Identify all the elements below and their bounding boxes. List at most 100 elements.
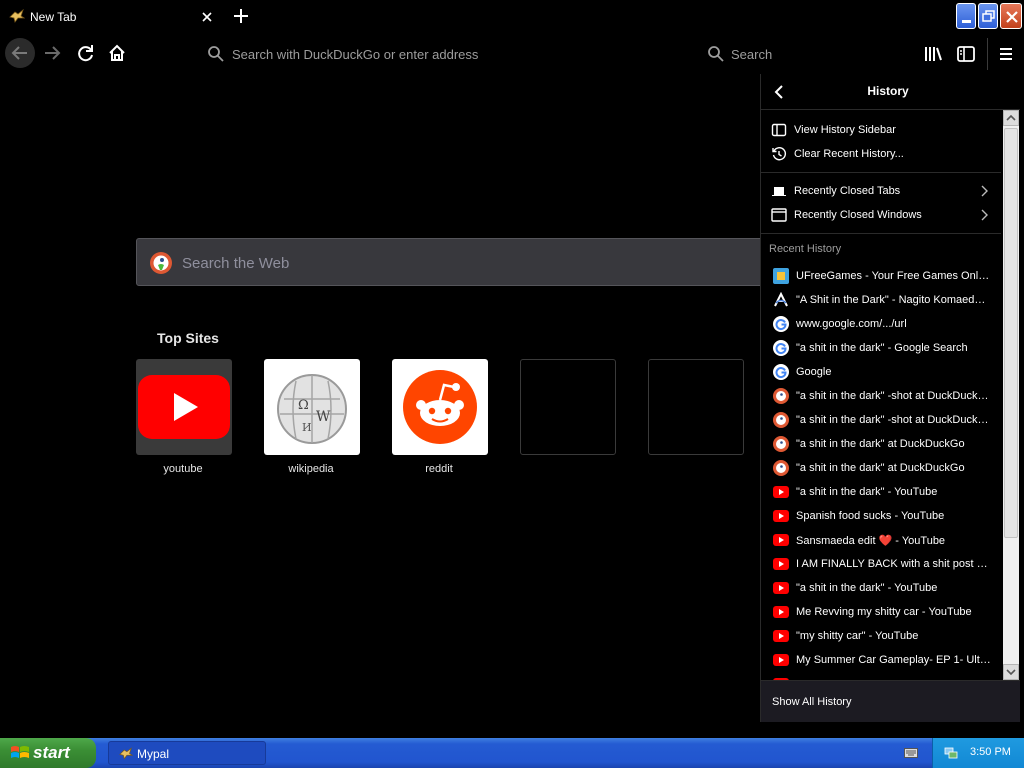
panel-separator	[761, 172, 1001, 173]
top-sites-heading: Top Sites	[157, 330, 219, 346]
top-site-label: youtube	[163, 463, 203, 475]
history-entry-label: "my shitty car" - YouTube	[796, 630, 919, 642]
history-entry[interactable]: "a shit in the dark" -shot at DuckDuckGo	[761, 408, 1001, 432]
top-site-reddit[interactable]	[392, 359, 488, 455]
window-close-button[interactable]	[1000, 3, 1022, 29]
minimize-icon	[962, 20, 971, 23]
tab-title: New Tab	[30, 10, 77, 24]
google-icon	[773, 364, 789, 380]
top-site-empty-slot[interactable]	[648, 359, 744, 455]
history-entry[interactable]: Sansmaeda edit ❤️ - YouTube	[761, 528, 1001, 552]
chevron-up-icon	[1006, 114, 1016, 121]
window-restore-button[interactable]	[978, 3, 998, 29]
history-entry-label: "a shit in the dark" - Google Search	[796, 342, 968, 354]
recently-closed-tabs-item[interactable]: Recently Closed Tabs	[761, 179, 1001, 203]
sidebar-toggle-icon[interactable]	[955, 43, 977, 65]
panel-separator	[761, 233, 1001, 234]
url-bar-placeholder: Search with DuckDuckGo or enter address	[232, 47, 479, 62]
youtube-icon	[773, 582, 789, 594]
history-entry[interactable]: www.google.com/.../url	[761, 312, 1001, 336]
home-button[interactable]	[102, 38, 132, 68]
history-entry-label: UFreeGames - Your Free Games Online Sour…	[796, 270, 991, 282]
tab-icon	[772, 187, 786, 196]
windows-logo-icon	[11, 746, 29, 758]
history-entry[interactable]: "my shitty car" - YouTube	[761, 624, 1001, 648]
scrollbar-thumb[interactable]	[1004, 128, 1018, 538]
start-label: start	[33, 743, 70, 762]
history-scrollbar[interactable]	[1003, 110, 1019, 680]
history-entry[interactable]: Me Revving my shitty car - YouTube	[761, 600, 1001, 624]
ao3-icon	[774, 292, 788, 307]
recently-closed-windows-label: Recently Closed Windows	[794, 209, 922, 221]
start-button[interactable]: start	[0, 738, 96, 768]
tab-strip: New Tab	[0, 0, 1024, 34]
youtube-icon	[138, 375, 230, 439]
taskbar-item-mypal[interactable]: Mypal	[108, 741, 266, 765]
show-all-history-label: Show All History	[772, 696, 852, 708]
tab-close-icon[interactable]	[199, 9, 215, 25]
chevron-right-icon	[981, 185, 988, 197]
scroll-up-button[interactable]	[1003, 110, 1019, 126]
youtube-icon	[773, 534, 789, 546]
history-entry-label: "a shit in the dark" -shot at DuckDuckGo	[796, 390, 991, 402]
show-all-history-button[interactable]: Show All History	[761, 680, 1020, 722]
view-history-sidebar-item[interactable]: View History Sidebar	[761, 118, 1001, 142]
history-entry-label: Sansmaeda edit ❤️ - YouTube	[796, 535, 946, 547]
window-icon	[771, 208, 787, 222]
top-site-wikipedia[interactable]: Ω W И	[264, 359, 360, 455]
history-entry[interactable]: "a shit in the dark" -shot at DuckDuckGo	[761, 384, 1001, 408]
history-entry[interactable]: My Summer Car Gameplay- EP 1- Ultimate	[761, 648, 1001, 672]
url-bar[interactable]: Search with DuckDuckGo or enter address	[200, 40, 695, 68]
history-clock-icon	[772, 147, 787, 161]
recently-closed-windows-item[interactable]: Recently Closed Windows	[761, 203, 1001, 227]
history-entry-label: "a shit in the dark" at DuckDuckGo	[796, 438, 965, 450]
history-entry[interactable]: "a shit in the dark" at DuckDuckGo	[761, 432, 1001, 456]
youtube-icon	[773, 630, 789, 642]
sidebar-icon	[771, 123, 787, 137]
taskbar-item-label: Mypal	[137, 747, 170, 761]
network-icon[interactable]	[944, 746, 958, 760]
history-panel-title: History	[867, 84, 909, 98]
history-panel-header: History	[761, 74, 1020, 110]
mypal-bird-icon	[119, 747, 133, 760]
clear-recent-history-item[interactable]: Clear Recent History...	[761, 142, 1001, 166]
top-site-youtube[interactable]	[136, 359, 232, 455]
history-entry[interactable]: "A Shit in the Dark" - Nagito Komaeda x …	[761, 288, 1001, 312]
svg-text:Ω: Ω	[298, 398, 309, 413]
history-entry-label: "a shit in the dark" -shot at DuckDuckGo	[796, 414, 991, 426]
arrow-right-icon	[45, 46, 61, 60]
top-site-label: wikipedia	[288, 463, 334, 475]
web-search-placeholder: Search the Web	[182, 255, 290, 272]
keyboard-icon[interactable]	[904, 747, 918, 759]
history-entry-label: Me Revving my shitty car - YouTube	[796, 606, 972, 618]
history-entry[interactable]: "a shit in the dark" at DuckDuckGo	[761, 456, 1001, 480]
history-entry[interactable]: "a shit in the dark" - Google Search	[761, 336, 1001, 360]
scroll-down-button[interactable]	[1003, 664, 1019, 680]
window-minimize-button[interactable]	[956, 3, 976, 29]
web-search-box[interactable]: Search the Web	[136, 238, 776, 286]
reload-icon	[78, 45, 93, 62]
reload-button[interactable]	[71, 38, 101, 68]
hamburger-menu-icon[interactable]	[995, 43, 1017, 65]
top-site-empty-slot[interactable]	[520, 359, 616, 455]
history-entry[interactable]: I AM FINALLY BACK with a shit post qVlog…	[761, 552, 1001, 576]
tab-new-tab[interactable]: New Tab	[0, 0, 222, 34]
history-entry[interactable]: Google	[761, 360, 1001, 384]
history-entry[interactable]: UFreeGames - Your Free Games Online Sour…	[761, 264, 1001, 288]
history-entry-label: "a shit in the dark" - YouTube	[796, 486, 938, 498]
back-button[interactable]	[5, 38, 35, 68]
history-entry-label: "a shit in the dark" - YouTube	[796, 582, 938, 594]
navigation-toolbar: Search with DuckDuckGo or enter address …	[0, 34, 1024, 74]
search-bar[interactable]: Search	[700, 40, 910, 68]
chevron-down-icon	[1006, 669, 1016, 676]
library-icon[interactable]	[922, 43, 944, 65]
windows-taskbar: start Mypal 3:50 PM	[0, 738, 1024, 768]
duckduckgo-icon	[773, 436, 789, 452]
history-entry[interactable]: "a shit in the dark" - YouTube	[761, 576, 1001, 600]
forward-button[interactable]	[38, 38, 68, 68]
new-tab-plus-icon[interactable]	[232, 7, 250, 25]
arrow-left-icon	[11, 46, 27, 60]
history-entry[interactable]: Spanish food sucks - YouTube	[761, 504, 1001, 528]
history-panel: History View History Sidebar Clear Recen…	[760, 74, 1020, 722]
history-entry[interactable]: "a shit in the dark" - YouTube	[761, 480, 1001, 504]
